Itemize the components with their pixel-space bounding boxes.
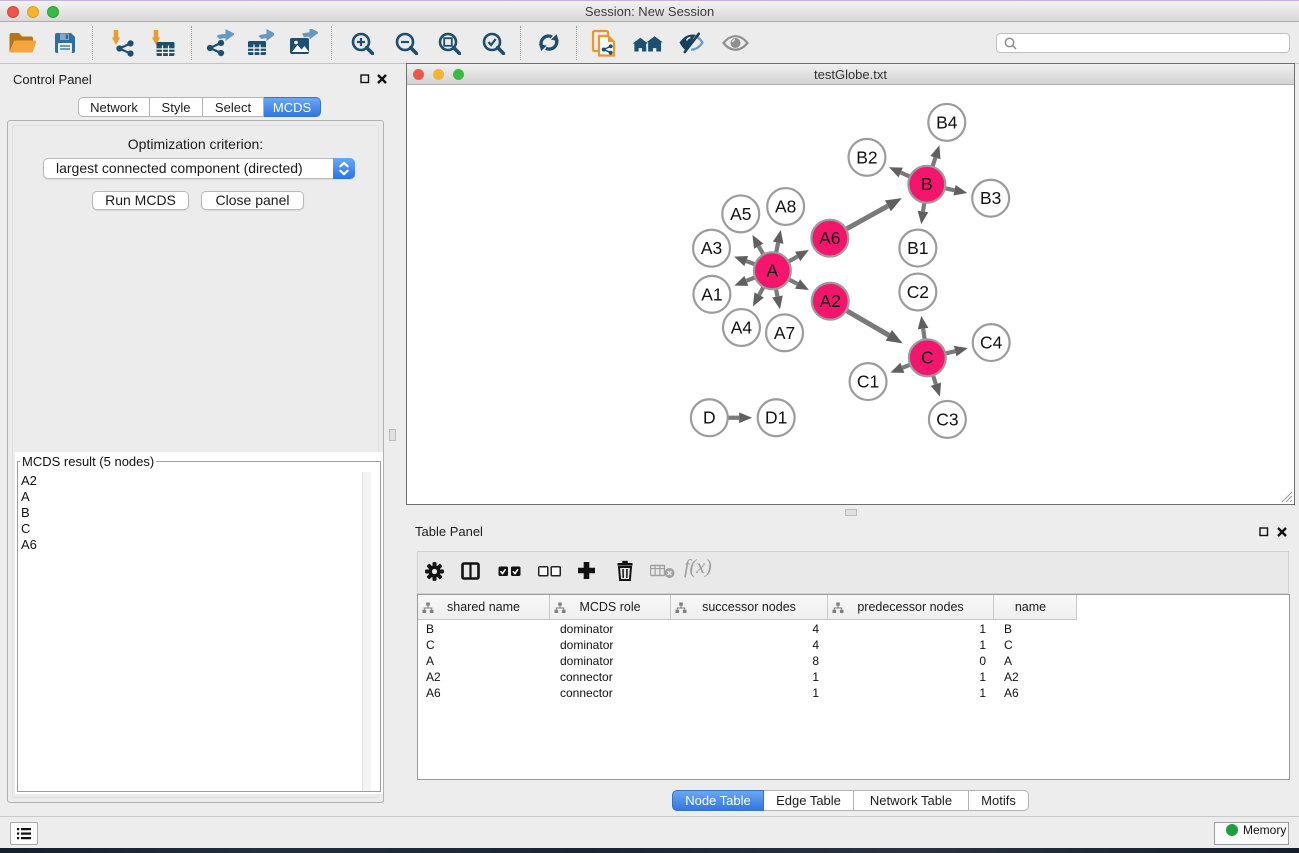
svg-text:A7: A7 bbox=[774, 323, 795, 343]
svg-text:A8: A8 bbox=[775, 196, 796, 216]
svg-text:A3: A3 bbox=[701, 238, 722, 258]
svg-text:B: B bbox=[921, 174, 933, 194]
svg-text:A1: A1 bbox=[701, 284, 722, 304]
svg-text:C4: C4 bbox=[980, 333, 1003, 353]
svg-text:A2: A2 bbox=[820, 291, 841, 311]
svg-text:B4: B4 bbox=[936, 112, 958, 132]
svg-text:C2: C2 bbox=[907, 282, 929, 302]
svg-text:B2: B2 bbox=[856, 147, 877, 167]
svg-text:D: D bbox=[703, 408, 716, 428]
svg-text:A: A bbox=[767, 261, 779, 281]
svg-text:D1: D1 bbox=[765, 408, 787, 428]
svg-text:B1: B1 bbox=[907, 238, 928, 258]
svg-text:A4: A4 bbox=[731, 318, 753, 338]
svg-text:C3: C3 bbox=[936, 409, 958, 429]
svg-text:B3: B3 bbox=[980, 188, 1001, 208]
svg-text:A6: A6 bbox=[819, 228, 840, 248]
svg-text:A5: A5 bbox=[730, 204, 751, 224]
svg-text:C: C bbox=[921, 348, 934, 368]
svg-text:C1: C1 bbox=[857, 372, 879, 392]
